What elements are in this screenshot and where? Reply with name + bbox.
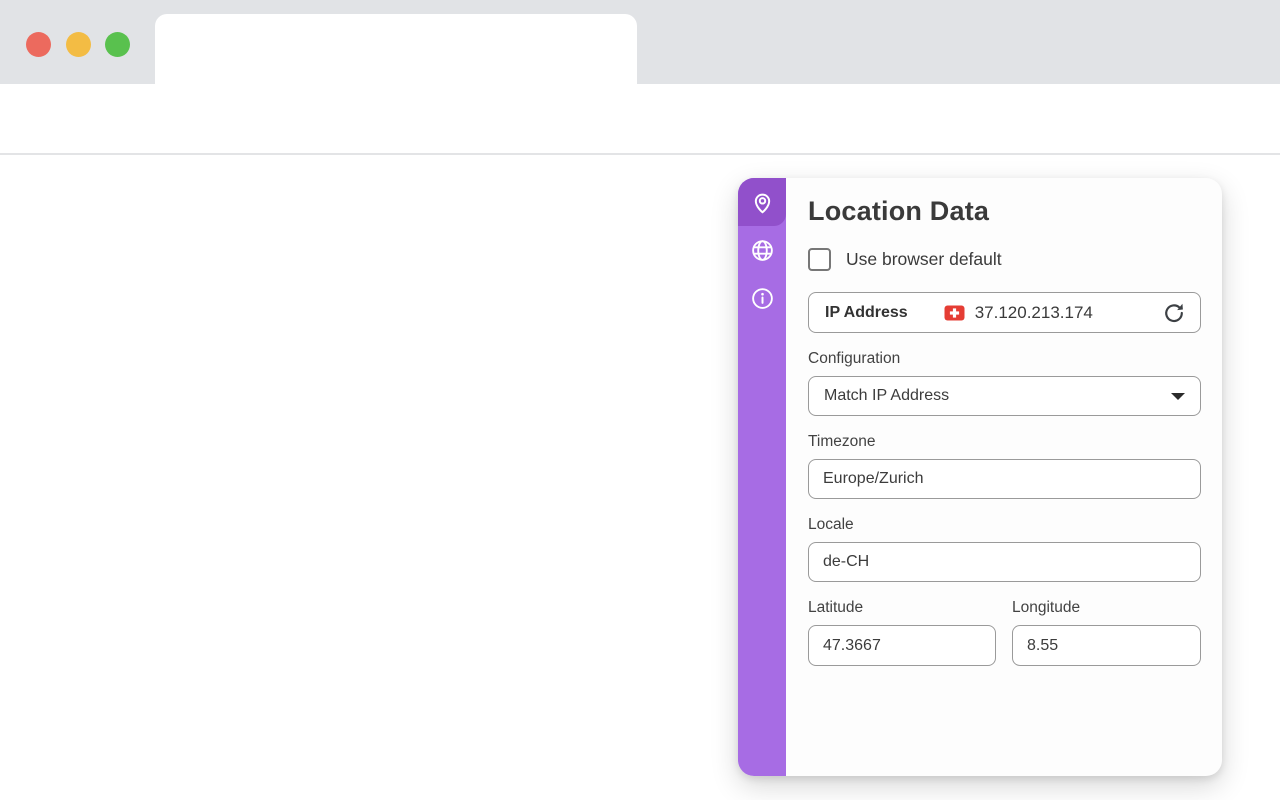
locale-input[interactable] [808, 542, 1201, 582]
swiss-flag-icon [944, 305, 965, 321]
longitude-label: Longitude [1012, 599, 1201, 617]
configuration-label: Configuration [808, 350, 1201, 368]
refresh-ip-button[interactable] [1161, 300, 1187, 326]
ip-address-label: IP Address [825, 304, 908, 322]
chevron-down-icon [1171, 393, 1185, 400]
tab-strip [0, 0, 1280, 84]
window-minimize-button[interactable] [66, 32, 91, 57]
window-zoom-button[interactable] [105, 32, 130, 57]
refresh-icon [1161, 300, 1187, 326]
info-icon [750, 286, 775, 311]
sidebar-tab-location[interactable] [738, 178, 786, 226]
use-browser-default-label: Use browser default [846, 249, 1002, 270]
configuration-selected-value: Match IP Address [824, 387, 949, 405]
longitude-input[interactable] [1012, 625, 1201, 666]
locale-label: Locale [808, 516, 1201, 534]
popup-title: Location Data [808, 196, 1201, 227]
extension-popup: Location Data Use browser default IP Add… [738, 178, 1222, 776]
sidebar-tab-info[interactable] [738, 274, 786, 322]
latitude-label: Latitude [808, 599, 996, 617]
window-close-button[interactable] [26, 32, 51, 57]
latitude-input[interactable] [808, 625, 996, 666]
use-browser-default-row[interactable]: Use browser default [808, 248, 1201, 271]
browser-toolbar [0, 84, 1280, 155]
popup-sidebar [738, 178, 786, 776]
location-pin-icon [750, 190, 775, 215]
ip-address-box: IP Address 37.120.213.174 [808, 292, 1201, 333]
use-browser-default-checkbox[interactable] [808, 248, 831, 271]
timezone-label: Timezone [808, 433, 1201, 451]
popup-content: Location Data Use browser default IP Add… [808, 178, 1201, 666]
timezone-input[interactable] [808, 459, 1201, 499]
sidebar-tab-browser[interactable] [738, 226, 786, 274]
configuration-select[interactable]: Match IP Address [808, 376, 1201, 416]
browser-window: Location Data Use browser default IP Add… [0, 0, 1280, 800]
browser-tab[interactable] [155, 14, 637, 84]
globe-icon [750, 238, 775, 263]
ip-address-value: 37.120.213.174 [975, 303, 1093, 323]
coordinates-row: Latitude Longitude [808, 582, 1201, 666]
